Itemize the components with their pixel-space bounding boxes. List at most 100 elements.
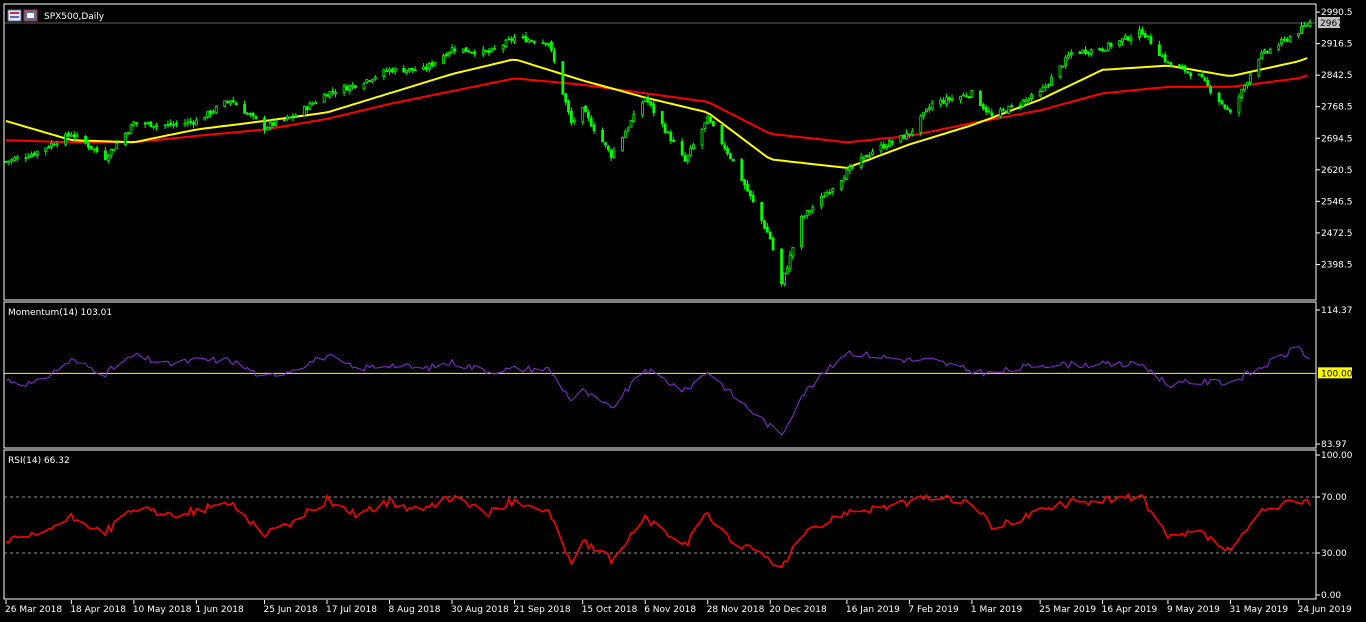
candle-body: [524, 35, 528, 43]
candle-body: [942, 100, 945, 104]
candle-body: [771, 237, 775, 251]
candle-body: [660, 111, 664, 125]
candle-body: [55, 143, 59, 146]
candle-body: [1169, 62, 1173, 66]
candle-body: [507, 38, 511, 41]
price-tick-label: 2398.5: [1321, 260, 1353, 270]
candle-body: [192, 121, 195, 125]
candle-body: [1203, 77, 1207, 81]
candle-body: [231, 100, 235, 103]
candle-body: [334, 92, 337, 95]
candle-body: [1285, 38, 1289, 42]
time-tick-label: 18 Apr 2018: [70, 605, 126, 615]
candle-body: [64, 133, 68, 145]
candle-body: [95, 147, 99, 153]
candle-body: [729, 153, 732, 159]
candle-body: [422, 66, 426, 70]
candle-body: [700, 129, 704, 146]
candle-body: [112, 148, 116, 152]
candle-body: [663, 123, 667, 133]
candle-body: [706, 115, 710, 125]
time-tick-label: 31 May 2019: [1229, 605, 1288, 615]
candle-body: [550, 41, 553, 51]
candle-body: [1081, 49, 1085, 54]
candle-body: [783, 272, 786, 284]
candle-body: [1044, 85, 1048, 88]
candle-body: [203, 117, 207, 121]
candle-body: [166, 123, 170, 126]
candle-body: [52, 143, 56, 146]
candle-body: [669, 132, 673, 142]
candle-body: [385, 70, 389, 73]
candle-body: [1024, 99, 1028, 102]
candle-body: [780, 248, 783, 285]
candle-body: [1246, 81, 1249, 87]
candle-body: [1140, 29, 1144, 35]
candle-body: [467, 50, 471, 53]
candle-body: [760, 202, 764, 221]
candle-body: [1109, 43, 1113, 47]
candle-body: [987, 110, 991, 113]
candle-body: [552, 50, 556, 62]
candle-body: [1283, 38, 1286, 41]
candle-body: [1146, 35, 1150, 38]
candle-body: [390, 68, 394, 73]
candle-body: [868, 154, 872, 157]
candle-body: [908, 133, 911, 136]
candle-body: [808, 210, 812, 213]
candle-body: [1280, 39, 1283, 45]
candle-body: [135, 122, 139, 124]
candle-body: [746, 183, 749, 192]
candle-body: [481, 49, 485, 55]
candle-body: [325, 94, 329, 97]
candle-body: [564, 93, 568, 103]
trading-chart[interactable]: SPX500,Daily 2990.5 2916.5 2842.5 2768.5 269…: [0, 0, 1366, 622]
candle-body: [1010, 105, 1014, 107]
candle-body: [473, 51, 477, 55]
candle-body: [643, 97, 647, 103]
candle-body: [351, 84, 354, 87]
candle-body: [1260, 52, 1264, 60]
candle-body: [152, 125, 156, 128]
price-tick-label: 2546.5: [1321, 197, 1353, 207]
candle-body: [1248, 74, 1252, 83]
candle-body: [584, 105, 587, 113]
candle-body: [751, 194, 755, 203]
candle-body: [447, 51, 451, 55]
candle-body: [13, 157, 16, 161]
candle-body: [450, 47, 454, 53]
candle-body: [1030, 94, 1033, 99]
candle-body: [1183, 65, 1187, 72]
candle-body: [354, 85, 357, 89]
candle-body: [629, 120, 633, 128]
candle-body: [1263, 50, 1266, 53]
candle-body: [763, 220, 766, 229]
time-tick-label: 1 Mar 2019: [971, 605, 1023, 615]
candle-body: [123, 132, 127, 145]
candle-body: [1104, 49, 1107, 52]
candle-body: [672, 139, 676, 142]
candle-body: [1223, 104, 1227, 109]
candle-body: [1300, 25, 1303, 35]
candle-body: [1084, 49, 1087, 54]
candle-body: [1123, 35, 1127, 40]
candle-body: [1240, 88, 1244, 98]
candle-body: [652, 103, 656, 113]
price-axis: 2990.5 2916.5 2842.5 2768.5 2694.5 2620.5 2546…: [1316, 8, 1353, 270]
candle-body: [979, 90, 982, 106]
time-tick-label: 25 Mar 2019: [1039, 605, 1096, 615]
candle-body: [1158, 44, 1161, 56]
time-tick-label: 30 Aug 2018: [451, 605, 509, 615]
candle-body: [50, 143, 53, 148]
candle-body: [680, 141, 684, 156]
candle-body: [723, 144, 727, 149]
candle-body: [7, 160, 11, 163]
candle-body: [925, 108, 928, 113]
candle-body: [828, 192, 832, 194]
candle-body: [1229, 109, 1232, 113]
candle-body: [569, 110, 573, 124]
candle-body: [726, 148, 730, 154]
candle-body: [72, 134, 76, 138]
candle-body: [689, 147, 693, 156]
candle-body: [805, 210, 809, 217]
